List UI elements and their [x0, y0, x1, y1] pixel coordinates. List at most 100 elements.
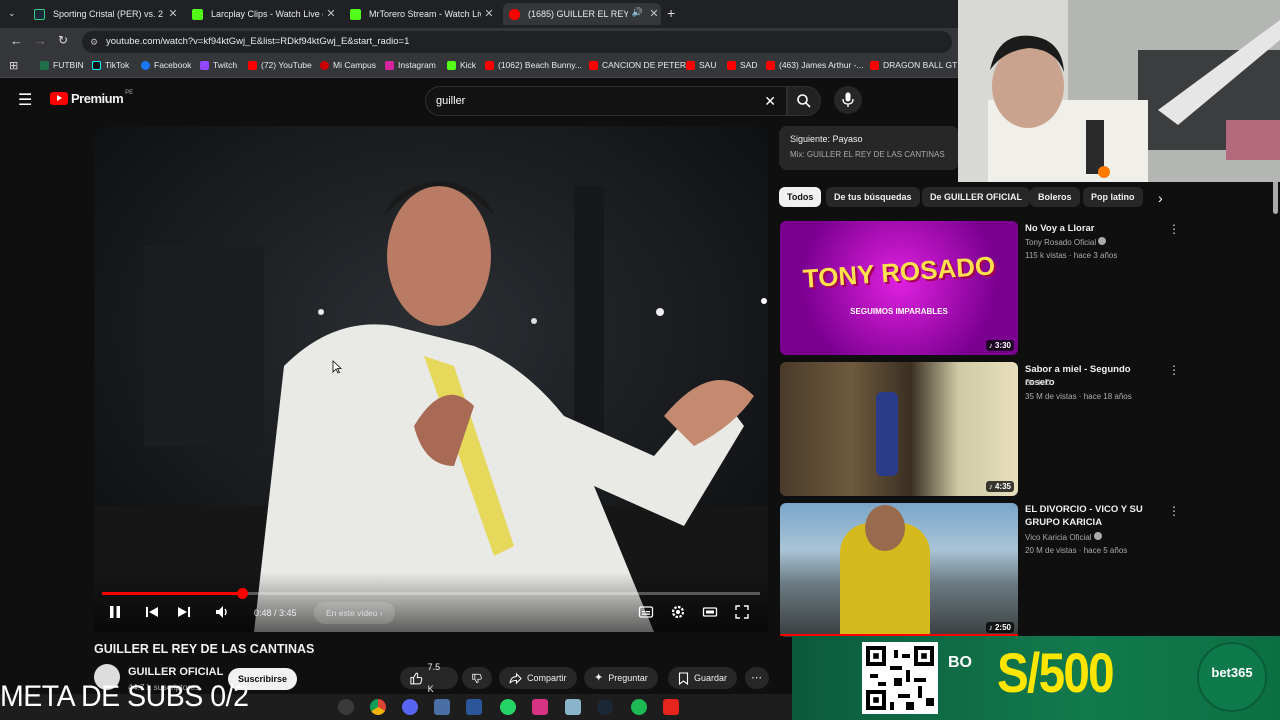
bookmark-james-arthur[interactable]: (463) James Arthur -... [766, 60, 864, 70]
bookmark-sau[interactable]: SAU [686, 60, 716, 70]
calculator-icon[interactable] [434, 699, 450, 715]
bookmark-sad[interactable]: SAD [727, 60, 757, 70]
discord-icon[interactable] [402, 699, 418, 715]
microphone-icon [842, 92, 854, 107]
kick-icon [447, 60, 456, 70]
acrobat-icon[interactable] [663, 699, 679, 715]
chrome-icon[interactable] [370, 699, 386, 715]
bookmark-futbin[interactable]: FUTBIN [40, 60, 84, 70]
chip-pop-latino[interactable]: Pop latino [1083, 187, 1143, 207]
bookmark-cancion[interactable]: CANCION DE PETER [589, 60, 686, 70]
steam-icon[interactable] [597, 699, 613, 715]
browser-tab[interactable]: Larcplay Clips - Watch Live on K ✕ [186, 3, 338, 25]
theater-mode-button[interactable] [702, 604, 718, 623]
bookmark-youtube[interactable]: (72) YouTube [248, 60, 312, 70]
previous-button[interactable] [144, 604, 160, 623]
video-thumbnail[interactable]: ♪ 2:50 [780, 503, 1018, 637]
app-icon[interactable] [532, 699, 548, 715]
video-thumbnail[interactable]: TONY ROSADO SEGUIMOS IMPARABLES ♪ 3:30 [780, 221, 1018, 355]
browser-tab-active[interactable]: (1685) GUILLER EL REY DE L 🔊 ✕ [503, 3, 661, 25]
apps-grid-icon[interactable]: ⊞ [9, 59, 18, 72]
dislike-button[interactable] [462, 667, 492, 689]
duration-badge: ♪ 2:50 [985, 622, 1014, 633]
voice-search-button[interactable] [834, 86, 862, 114]
up-next-card[interactable]: Siguiente: Payaso Mix: GUILLER EL REY DE… [779, 126, 959, 170]
recommendation-meta: 115 k vistas · hace 3 años [1025, 251, 1118, 260]
menu-icon[interactable]: ☰ [18, 90, 32, 110]
site-info-icon[interactable]: ⚙ [90, 31, 98, 53]
more-horizontal-icon: ⋯ [751, 672, 762, 684]
futbin-icon [40, 60, 49, 70]
volume-button[interactable] [214, 604, 230, 623]
search-input[interactable]: guiller ✕ [425, 86, 787, 116]
bookmark-tiktok[interactable]: TikTok [92, 60, 129, 70]
video-player[interactable]: 0:48 / 3:45 En este video › [94, 126, 768, 632]
bookmark-label: Mi Campus [333, 60, 376, 70]
bookmark-beach-bunny[interactable]: (1062) Beach Bunny... [485, 60, 582, 70]
tab-close-icon[interactable]: ✕ [647, 7, 661, 20]
in-this-video-button[interactable]: En este video › [314, 602, 395, 624]
word-icon[interactable] [466, 699, 482, 715]
spotify-icon[interactable] [631, 699, 647, 715]
channel-name[interactable]: GUILLER OFICIAL [128, 666, 223, 678]
pause-button[interactable] [108, 604, 122, 623]
more-actions-button[interactable]: ⋯ [745, 667, 769, 689]
more-vertical-icon[interactable]: ⋮ [1168, 363, 1180, 377]
recommendation-channel[interactable]: Vico Karicia Oficial [1025, 532, 1102, 542]
bookmark-instagram[interactable]: Instagram [385, 60, 436, 70]
speaker-icon[interactable]: 🔊 [632, 7, 643, 18]
recommendation-channel[interactable]: SusixD [1025, 378, 1050, 387]
bookmark-dragonball[interactable]: DRAGON BALL GT [870, 60, 957, 70]
duration-text: 3:30 [994, 341, 1011, 350]
reload-icon[interactable]: ↻ [58, 33, 68, 47]
taskbar-app-icon[interactable] [338, 699, 354, 715]
volume-icon [216, 606, 227, 618]
tab-close-icon[interactable]: ✕ [166, 7, 180, 20]
forward-icon[interactable]: → [34, 33, 47, 48]
pause-icon [110, 606, 120, 618]
bookmark-kick[interactable]: Kick [447, 60, 476, 70]
chip-from-channel[interactable]: De GUILLER OFICIAL [922, 187, 1030, 207]
scrollbar-thumb[interactable] [1273, 180, 1278, 214]
next-button[interactable] [176, 604, 192, 623]
ask-button[interactable]: ✦ Preguntar [584, 667, 658, 689]
progress-bar[interactable] [102, 588, 760, 599]
bookmark-label: Twitch [213, 60, 238, 70]
back-icon[interactable]: ← [10, 33, 23, 48]
search-button[interactable] [787, 86, 821, 116]
youtube-icon [485, 60, 494, 70]
more-vertical-icon[interactable]: ⋮ [1168, 504, 1180, 518]
bookmark-label: FUTBIN [53, 60, 84, 70]
clear-search-icon[interactable]: ✕ [764, 87, 776, 115]
browser-tab[interactable]: Sporting Cristal (PER) vs. 2 de M ✕ [28, 3, 180, 25]
app-icon[interactable] [565, 699, 581, 715]
new-tab-icon[interactable]: + [667, 5, 675, 21]
bookmark-micampus[interactable]: Mi Campus [320, 60, 376, 70]
bookmark-label: (463) James Arthur -... [779, 60, 864, 70]
video-thumbnail[interactable]: ♪ 4:35 [780, 362, 1018, 496]
tab-close-icon[interactable]: ✕ [482, 7, 496, 20]
chip-from-searches[interactable]: De tus búsquedas [826, 187, 920, 207]
chevron-right-icon[interactable]: › [1158, 190, 1163, 206]
like-button[interactable]: 7.5 K [400, 662, 458, 694]
whatsapp-icon[interactable] [500, 699, 516, 715]
fullscreen-button[interactable] [734, 604, 750, 623]
tab-close-icon[interactable]: ✕ [324, 7, 338, 20]
chip-all[interactable]: Todos [779, 187, 822, 207]
share-label: Compartir [527, 673, 567, 683]
browser-tab[interactable]: MrTorero Stream - Watch Live ✕ [344, 3, 496, 25]
youtube-logo[interactable]: Premium PE [50, 90, 133, 106]
save-button[interactable]: Guardar [668, 667, 738, 689]
recommendation-title[interactable]: EL DIVORCIO - VICO Y SU GRUPO KARICIA [1025, 503, 1160, 529]
url-field[interactable]: ⚙ youtube.com/watch?v=kf94ktGwj_E&list=R… [82, 31, 952, 53]
recommendation-channel[interactable]: Tony Rosado Oficial [1025, 237, 1107, 247]
share-button[interactable]: Compartir [499, 667, 577, 689]
bookmark-twitch[interactable]: Twitch [200, 60, 237, 70]
chip-boleros[interactable]: Boleros [1030, 187, 1080, 207]
tab-list-icon[interactable]: ⌄ [8, 8, 16, 19]
subtitles-button[interactable] [638, 604, 654, 623]
bookmark-facebook[interactable]: Facebook [141, 60, 191, 70]
settings-button[interactable] [670, 604, 686, 623]
more-vertical-icon[interactable]: ⋮ [1168, 222, 1180, 236]
recommendation-title[interactable]: No Voy a Llorar [1025, 222, 1160, 235]
